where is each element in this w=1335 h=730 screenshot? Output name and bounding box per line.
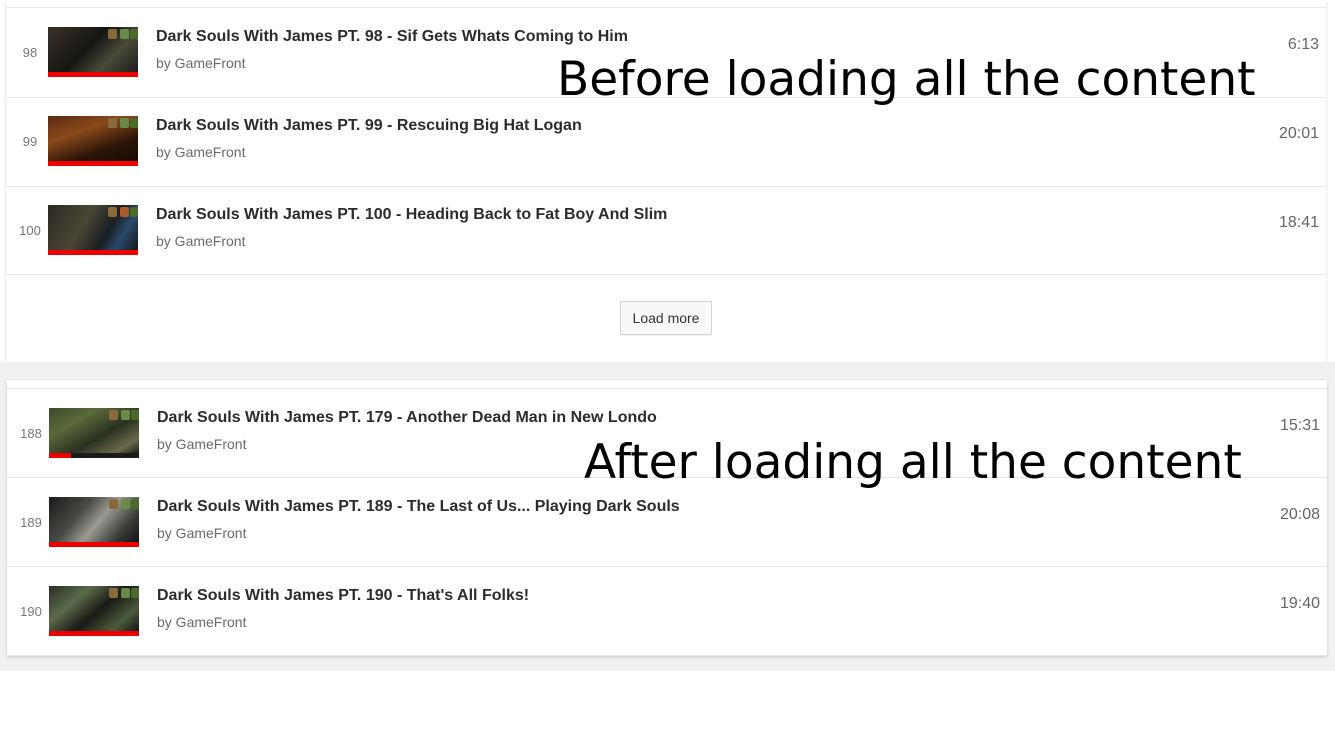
watch-progress-bar — [48, 161, 138, 166]
video-thumbnail[interactable] — [48, 116, 138, 166]
separator-strip — [0, 362, 1335, 380]
video-title[interactable]: Dark Souls With James PT. 98 - Sif Gets … — [156, 28, 628, 46]
video-author[interactable]: by GameFront — [157, 614, 246, 630]
video-author[interactable]: by GameFront — [157, 436, 246, 452]
watch-progress-bar — [49, 542, 139, 547]
video-duration: 20:01 — [1278, 125, 1319, 142]
video-author[interactable]: by GameFront — [156, 144, 245, 160]
video-thumbnail[interactable] — [49, 586, 139, 636]
row-divider — [6, 274, 1326, 275]
video-duration: 19:40 — [1279, 595, 1320, 612]
video-title[interactable]: Dark Souls With James PT. 100 - Heading … — [156, 206, 667, 224]
video-row[interactable]: 189 Dark Souls With James PT. 189 - The … — [7, 478, 1327, 566]
video-index: 190 — [20, 603, 42, 619]
video-duration: 6:13 — [1287, 36, 1319, 53]
video-index: 98 — [22, 44, 38, 60]
watch-progress-bar — [49, 631, 139, 636]
caption-before: Before loading all the content — [557, 52, 1256, 107]
video-thumbnail[interactable] — [48, 205, 138, 255]
video-duration: 18:41 — [1278, 214, 1319, 231]
video-thumbnail[interactable] — [48, 27, 138, 77]
video-author[interactable]: by GameFront — [157, 525, 246, 541]
watch-progress-bar — [49, 453, 71, 458]
video-duration: 20:08 — [1279, 506, 1320, 523]
video-thumbnail[interactable] — [49, 497, 139, 547]
video-author[interactable]: by GameFront — [156, 55, 245, 71]
video-row[interactable]: 190 Dark Souls With James PT. 190 - That… — [7, 567, 1327, 655]
watch-progress-bar — [48, 72, 138, 77]
video-index: 100 — [19, 222, 41, 238]
row-divider — [7, 655, 1327, 656]
load-more-button[interactable]: Load more — [620, 301, 712, 335]
playlist-panel-after: 188 Dark Souls With James PT. 179 - Anot… — [7, 380, 1327, 656]
video-index: 188 — [20, 425, 42, 441]
video-title[interactable]: Dark Souls With James PT. 189 - The Last… — [157, 498, 680, 516]
video-title[interactable]: Dark Souls With James PT. 99 - Rescuing … — [156, 117, 582, 135]
video-thumbnail[interactable] — [49, 408, 139, 458]
video-author[interactable]: by GameFront — [156, 233, 245, 249]
video-title[interactable]: Dark Souls With James PT. 179 - Another … — [157, 409, 657, 427]
caption-after: After loading all the content — [584, 435, 1242, 490]
watch-progress-bar — [48, 250, 138, 255]
video-row[interactable]: 100 Dark Souls With James PT. 100 - Head… — [6, 186, 1326, 274]
video-title[interactable]: Dark Souls With James PT. 190 - That's A… — [157, 587, 529, 605]
video-index: 189 — [20, 514, 42, 530]
video-duration: 15:31 — [1279, 417, 1320, 434]
video-row[interactable]: 99 Dark Souls With James PT. 99 - Rescui… — [6, 97, 1326, 185]
video-index: 99 — [22, 133, 38, 149]
